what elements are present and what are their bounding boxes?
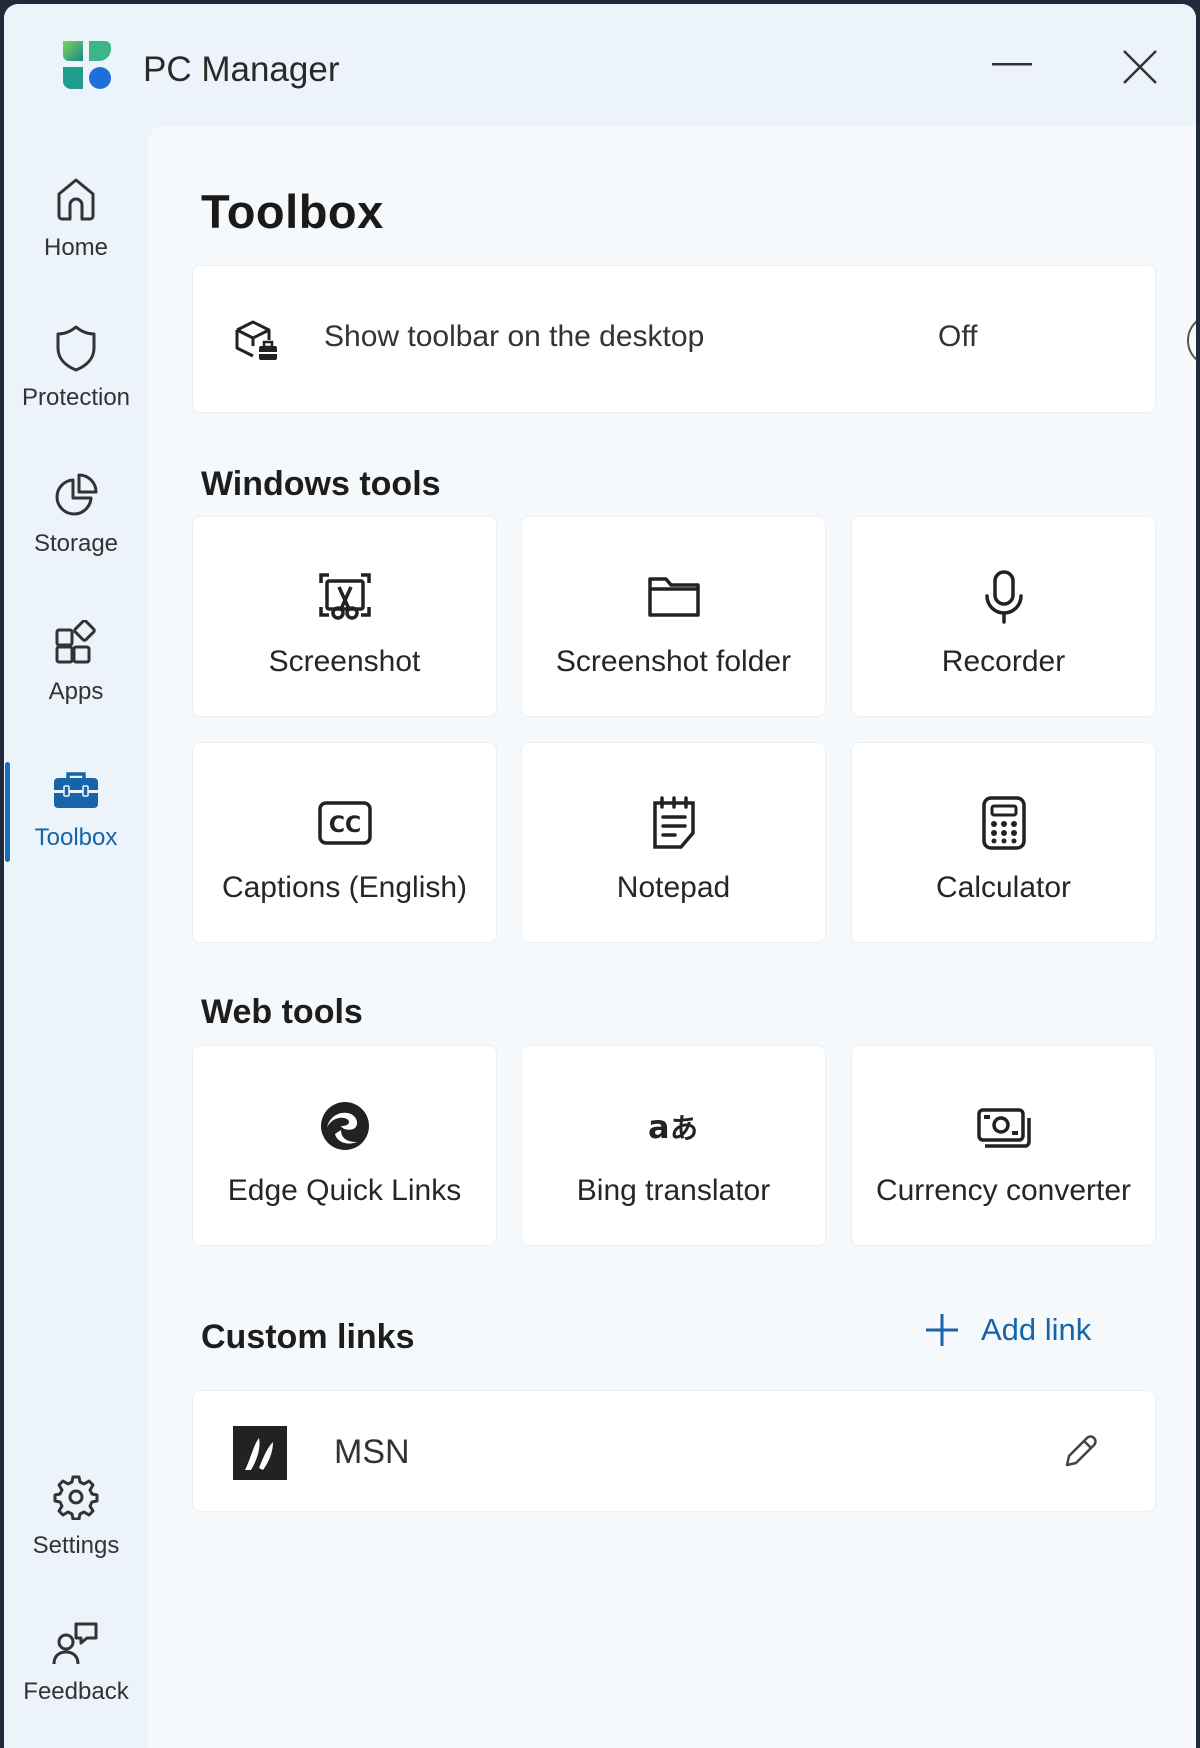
tool-captions[interactable]: CC Captions (English) (192, 742, 497, 943)
calculator-icon (981, 796, 1026, 850)
web-tools-heading: Web tools (201, 993, 363, 1031)
tool-screenshot[interactable]: Screenshot (192, 516, 497, 717)
pc-manager-logo (63, 41, 111, 89)
msn-logo-icon (233, 1426, 287, 1480)
screenshot-icon (318, 573, 371, 620)
app-title: PC Manager (143, 50, 340, 89)
captions-icon: CC (317, 801, 372, 845)
sidebar-item-home[interactable]: Home (4, 176, 148, 262)
custom-link-label: MSN (334, 1433, 410, 1471)
feedback-icon (52, 1622, 98, 1665)
sidebar-item-settings[interactable]: Settings (4, 1474, 148, 1560)
sidebar-item-apps[interactable]: Apps (4, 620, 148, 706)
windows-tools-heading: Windows tools (201, 465, 441, 503)
svg-text:a: a (648, 1108, 670, 1146)
minimize-icon (992, 63, 1032, 66)
shield-icon (56, 325, 96, 372)
tool-notepad[interactable]: Notepad (521, 742, 826, 943)
sidebar-item-protection[interactable]: Protection (4, 324, 148, 412)
add-link-button[interactable]: Add link (924, 1312, 1091, 1348)
pc-manager-window: PC Manager Home Protection Storage Apps … (4, 4, 1196, 1748)
apps-icon (55, 620, 96, 664)
microphone-icon (984, 570, 1023, 624)
tool-currency-converter[interactable]: Currency converter (851, 1045, 1156, 1246)
svg-text:あ: あ (670, 1112, 698, 1145)
tool-recorder[interactable]: Recorder (851, 516, 1156, 717)
tool-edge-quick-links[interactable]: Edge Quick Links (192, 1045, 497, 1246)
toolbox-icon (54, 772, 98, 808)
sidebar-item-storage[interactable]: Storage (4, 472, 148, 558)
pie-chart-icon (55, 473, 98, 516)
edge-icon (320, 1102, 369, 1150)
plus-icon (926, 1314, 958, 1346)
close-icon (1123, 50, 1157, 84)
close-button[interactable] (1118, 45, 1162, 89)
toolbar-package-icon (235, 320, 277, 360)
sidebar-item-feedback[interactable]: Feedback (4, 1620, 148, 1706)
minimize-button[interactable] (990, 43, 1034, 87)
toolbar-setting-label: Show toolbar on the desktop (324, 320, 705, 353)
edit-pencil-icon[interactable] (1061, 1433, 1099, 1471)
gear-icon (53, 1475, 99, 1520)
home-icon (57, 178, 95, 221)
tool-screenshot-folder[interactable]: Screenshot folder (521, 516, 826, 717)
toggle-state-label: Off (938, 320, 978, 353)
notepad-icon (652, 796, 695, 849)
custom-link-msn[interactable]: MSN (192, 1390, 1156, 1512)
toolbar-setting-card: Show toolbar on the desktop Off (192, 265, 1196, 413)
tool-calculator[interactable]: Calculator (851, 742, 1156, 943)
tool-bing-translator[interactable]: aあ Bing translator (521, 1045, 826, 1246)
folder-icon (647, 577, 700, 617)
sidebar-item-toolbox[interactable]: Toolbox (4, 770, 148, 852)
svg-text:CC: CC (328, 813, 360, 838)
page-title: Toolbox (201, 185, 384, 238)
translate-icon: aあ (648, 1108, 698, 1146)
currency-icon (976, 1108, 1031, 1148)
custom-links-heading: Custom links (201, 1318, 415, 1356)
